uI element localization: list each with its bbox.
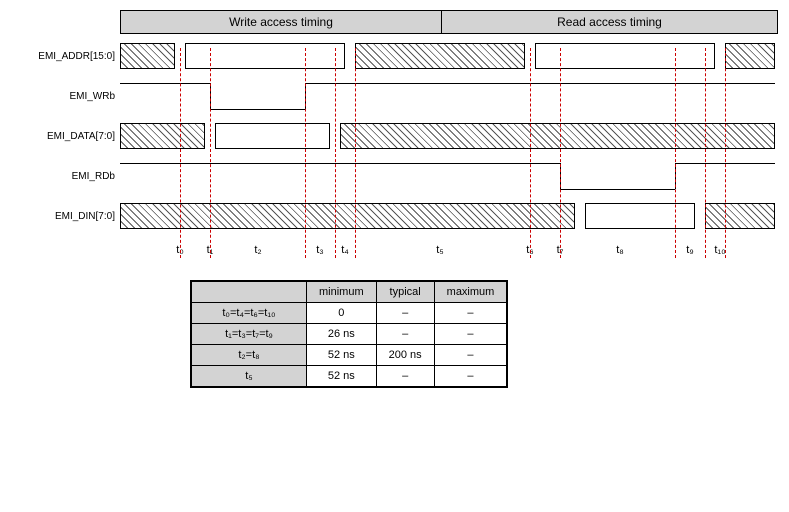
table-row: t₅ 52 ns – – (191, 366, 507, 388)
track-emi-din (120, 202, 775, 230)
row-emi-rdb: EMI_RDb (10, 162, 780, 190)
table-row: t₂=t₈ 52 ns 200 ns – (191, 345, 507, 366)
label-emi-addr: EMI_ADDR[15:0] (10, 51, 120, 62)
header-write: Write access timing (120, 10, 442, 34)
track-emi-wrb (120, 82, 775, 110)
header-row: Write access timing Read access timing (120, 10, 780, 34)
marker-t0 (180, 48, 181, 258)
marker-t2-end (305, 48, 306, 258)
th-max: maximum (434, 281, 507, 303)
track-emi-rdb (120, 162, 775, 190)
tick-t10: t₁₀ (714, 244, 725, 256)
tick-labels: t₀ t₁ t₂ t₃ t₄ t₅ t₆ t₇ t₈ t₉ t₁₀ (120, 242, 775, 262)
timing-diagram: Write access timing Read access timing E… (10, 10, 780, 388)
label-emi-din: EMI_DIN[7:0] (10, 211, 120, 222)
track-emi-data (120, 122, 775, 150)
th-min: minimum (307, 281, 377, 303)
track-emi-addr (120, 42, 775, 70)
tick-t3: t₃ (316, 244, 324, 256)
row-emi-din: EMI_DIN[7:0] (10, 202, 780, 230)
row-emi-data: EMI_DATA[7:0] (10, 122, 780, 150)
timing-table: minimum typical maximum t₀=t₄=t₆=t₁₀ 0 –… (190, 280, 508, 388)
tick-t8: t₈ (616, 244, 624, 256)
label-emi-rdb: EMI_RDb (10, 171, 120, 182)
th-blank (191, 281, 307, 303)
marker-t10 (725, 48, 726, 258)
tick-t9: t₉ (686, 244, 693, 256)
header-read: Read access timing (442, 10, 778, 34)
marker-t6 (530, 48, 531, 258)
marker-t1 (210, 48, 211, 258)
timing-table-wrap: minimum typical maximum t₀=t₄=t₆=t₁₀ 0 –… (190, 280, 780, 388)
table-row: t₁=t₃=t₇=t₉ 26 ns – – (191, 324, 507, 345)
tick-t2: t₂ (254, 244, 261, 256)
tick-t5: t₅ (436, 244, 444, 256)
label-emi-wrb: EMI_WRb (10, 91, 120, 102)
tick-t4: t₄ (341, 244, 349, 256)
label-emi-data: EMI_DATA[7:0] (10, 131, 120, 142)
row-emi-wrb: EMI_WRb (10, 82, 780, 110)
marker-t4 (355, 48, 356, 258)
row-emi-addr: EMI_ADDR[15:0] (10, 42, 780, 70)
marker-t8-end (675, 48, 676, 258)
marker-t7 (560, 48, 561, 258)
marker-t9 (705, 48, 706, 258)
marker-t3 (335, 48, 336, 258)
table-row: t₀=t₄=t₆=t₁₀ 0 – – (191, 303, 507, 324)
th-typ: typical (376, 281, 434, 303)
